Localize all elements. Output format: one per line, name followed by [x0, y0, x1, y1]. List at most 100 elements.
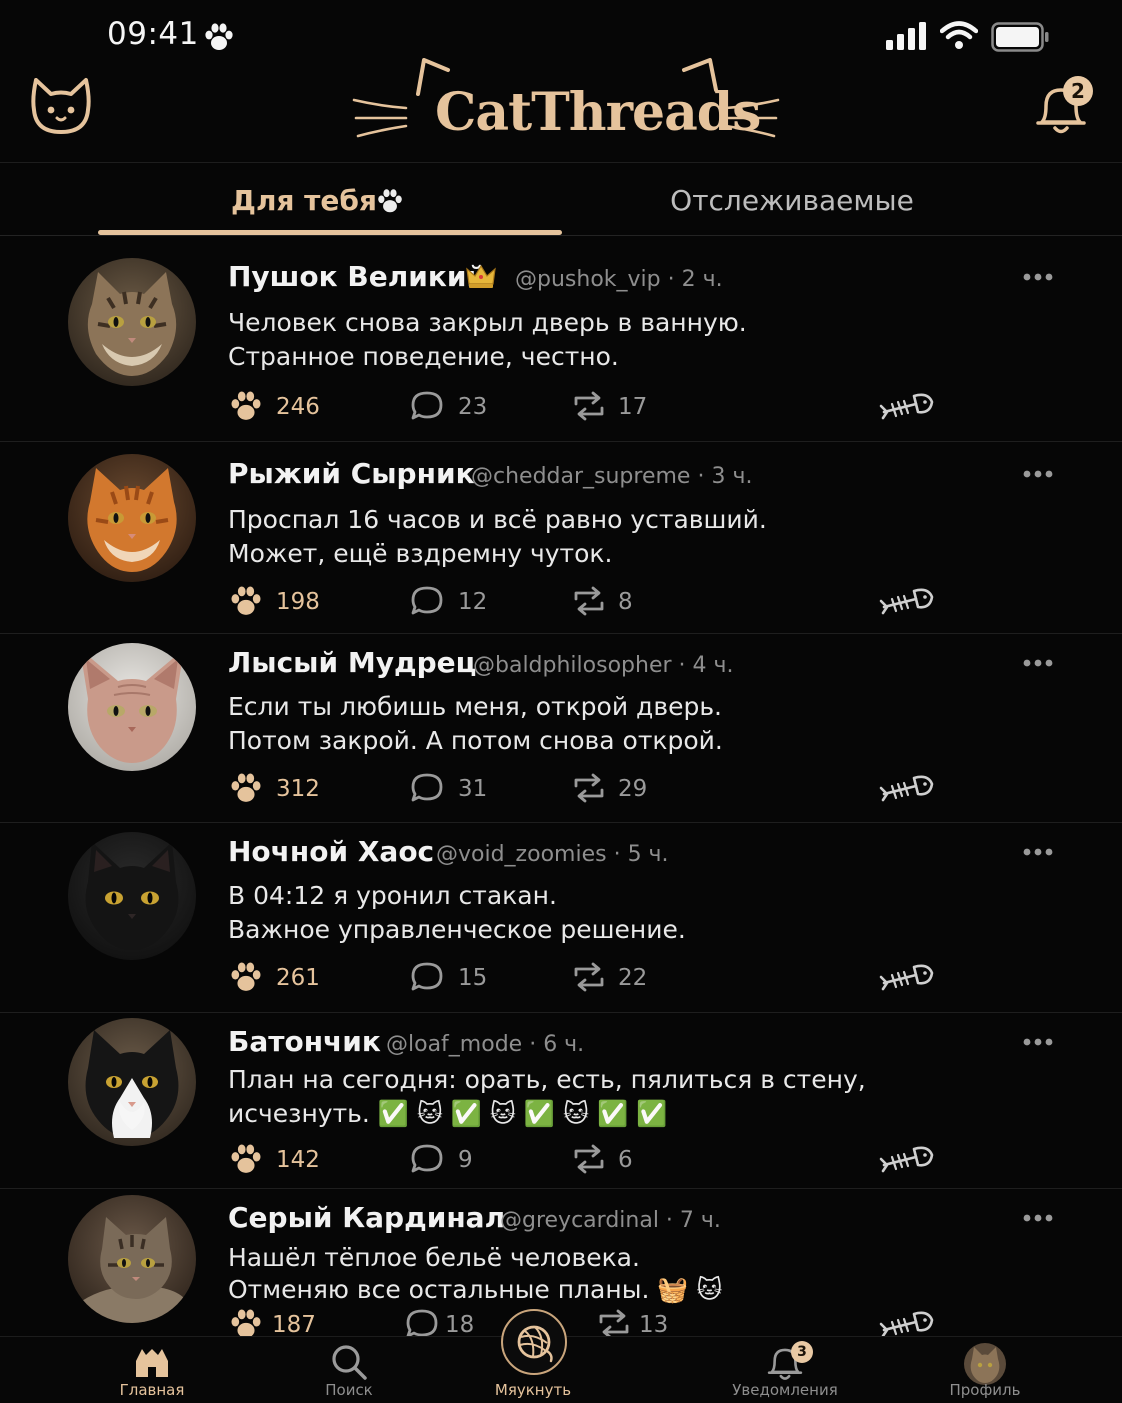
post-text-line: Проспал 16 часов и всё равно уставший. — [228, 505, 767, 534]
post-author-name[interactable]: Серый Кардинал — [228, 1201, 505, 1234]
like-count: 261 — [276, 965, 320, 991]
compose-button[interactable] — [501, 1309, 567, 1375]
post-author-name[interactable]: Ночной Хаос — [228, 835, 434, 868]
post[interactable]: Пушок Великий @pushok_vip · 2 ч. Человек… — [0, 236, 1122, 442]
avatar[interactable] — [68, 643, 196, 771]
nav-profile[interactable]: Профиль — [935, 1337, 1035, 1403]
more-options-icon[interactable] — [1022, 1213, 1054, 1223]
post[interactable]: Ночной Хаос @void_zoomies · 5 ч. В 04:12… — [0, 822, 1122, 1013]
status-time: 09:41 — [107, 16, 199, 52]
post-text-line: исчезнуть. ✅ 🐱 ✅ 🐱 ✅ 🐱 ✅ ✅ — [228, 1099, 668, 1128]
paw-icon — [231, 391, 261, 420]
post-time: 6 ч. — [543, 1032, 585, 1057]
post-meta: @void_zoomies · 5 ч. — [436, 842, 669, 867]
post-author-name[interactable]: Пушок Великий — [228, 260, 486, 293]
repost-icon — [574, 391, 604, 421]
fishbone-icon — [879, 775, 934, 802]
comment-icon — [411, 586, 443, 615]
comment-icon — [411, 962, 443, 991]
like-count: 246 — [276, 394, 320, 420]
more-options-icon[interactable] — [1022, 658, 1054, 668]
fishbone-icon — [879, 1311, 934, 1338]
paw-icon — [205, 23, 233, 50]
nav-search[interactable]: Поиск — [298, 1337, 400, 1403]
avatar[interactable] — [68, 258, 196, 386]
more-options-icon[interactable] — [1022, 469, 1054, 479]
post-handle[interactable]: @cheddar_supreme — [471, 464, 690, 489]
post-author-name[interactable]: Рыжий Сырник — [228, 457, 475, 490]
repost-icon — [574, 773, 604, 803]
nav-home[interactable]: Главная — [101, 1337, 203, 1403]
post-handle[interactable]: @loaf_mode — [386, 1032, 522, 1057]
like-count: 312 — [276, 776, 320, 802]
post[interactable]: Батончик @loaf_mode · 6 ч. План на сегод… — [0, 1012, 1122, 1189]
repost-count: 8 — [618, 589, 633, 615]
crown-icon — [466, 264, 496, 288]
post-text-line: План на сегодня: орать, есть, пялиться в… — [228, 1065, 866, 1094]
nav-search-label: Поиск — [325, 1381, 373, 1399]
post-text-line: Отменяю все остальные планы. 🧺 🐱 — [228, 1275, 723, 1304]
nav-home-label: Главная — [119, 1381, 185, 1399]
notification-count-badge: 3 — [791, 1341, 813, 1363]
repost-count: 17 — [618, 394, 648, 420]
whiskers-left-icon — [352, 98, 408, 138]
repost-icon — [574, 1144, 604, 1174]
whiskers-right-icon — [724, 98, 780, 138]
post-text-line: Потом закрой. А потом снова открой. — [228, 726, 723, 755]
post-handle[interactable]: @void_zoomies — [436, 842, 607, 867]
nav-meow-compose[interactable]: Мяукнуть — [470, 1309, 596, 1403]
search-icon — [332, 1345, 367, 1380]
avatar[interactable] — [68, 454, 196, 582]
more-options-icon[interactable] — [1022, 847, 1054, 857]
post-meta: @baldphilosopher · 4 ч. — [473, 653, 734, 678]
post-text-line: Нашёл тёплое бельё человека. — [228, 1243, 640, 1272]
avatar[interactable] — [68, 832, 196, 960]
comment-icon — [411, 1144, 443, 1173]
like-count: 198 — [276, 589, 320, 615]
post-meta: @cheddar_supreme · 3 ч. — [471, 464, 753, 489]
post-author-name[interactable]: Лысый Мудрец — [228, 646, 476, 679]
signal-icon — [886, 22, 926, 50]
avatar[interactable] — [68, 1195, 196, 1323]
fishbone-icon — [879, 964, 934, 991]
battery-icon — [991, 22, 1049, 52]
post-handle[interactable]: @greycardinal — [500, 1208, 659, 1233]
paw-icon — [231, 1144, 261, 1173]
tab-for-you[interactable]: Для тебя — [98, 163, 562, 235]
post-meta: @pushok_vip · 2 ч. — [515, 267, 723, 292]
reply-count: 31 — [458, 776, 488, 802]
reply-count: 23 — [458, 394, 488, 420]
post-handle[interactable]: @pushok_vip — [515, 267, 661, 292]
more-options-icon[interactable] — [1022, 272, 1054, 282]
reply-count: 12 — [458, 589, 488, 615]
more-options-icon[interactable] — [1022, 1037, 1054, 1047]
home-icon — [136, 1349, 168, 1377]
fishbone-icon — [879, 1146, 934, 1173]
nav-notifications[interactable]: 3 Уведомления — [714, 1337, 856, 1403]
post[interactable]: Серый Кардинал @greycardinal · 7 ч. Нашё… — [0, 1188, 1122, 1339]
post-time: 7 ч. — [679, 1208, 721, 1233]
post-meta: @greycardinal · 7 ч. — [500, 1208, 721, 1233]
profile-avatar — [964, 1343, 1006, 1385]
paw-icon — [231, 773, 261, 802]
brand-text: CatThreads — [435, 82, 761, 143]
feed-tabs: Для тебя Отслеживаемые — [0, 163, 1122, 236]
yarn-ball-icon — [517, 1325, 553, 1363]
brand-title: CatThreads — [352, 56, 782, 156]
post-text-line: Если ты любишь меня, открой дверь. — [228, 692, 722, 721]
active-tab-indicator — [98, 230, 562, 235]
tab-following[interactable]: Отслеживаемые — [562, 163, 1022, 235]
post[interactable]: Лысый Мудрец @baldphilosopher · 4 ч. Есл… — [0, 633, 1122, 823]
post-text-line: Важное управленческое решение. — [228, 915, 686, 944]
post-handle[interactable]: @baldphilosopher — [473, 653, 672, 678]
avatar[interactable] — [68, 1018, 196, 1146]
like-count: 142 — [276, 1147, 320, 1173]
cat-logo-icon[interactable] — [30, 76, 92, 136]
post-text-line: Может, ещё вздремну чуток. — [228, 539, 613, 568]
post-text-line: В 04:12 я уронил стакан. — [228, 881, 557, 910]
nav-profile-label: Профиль — [949, 1381, 1021, 1399]
wifi-icon — [940, 21, 978, 49]
post-author-name[interactable]: Батончик — [228, 1025, 381, 1058]
paw-icon — [378, 189, 402, 213]
post[interactable]: Рыжий Сырник @cheddar_supreme · 3 ч. Про… — [0, 441, 1122, 634]
